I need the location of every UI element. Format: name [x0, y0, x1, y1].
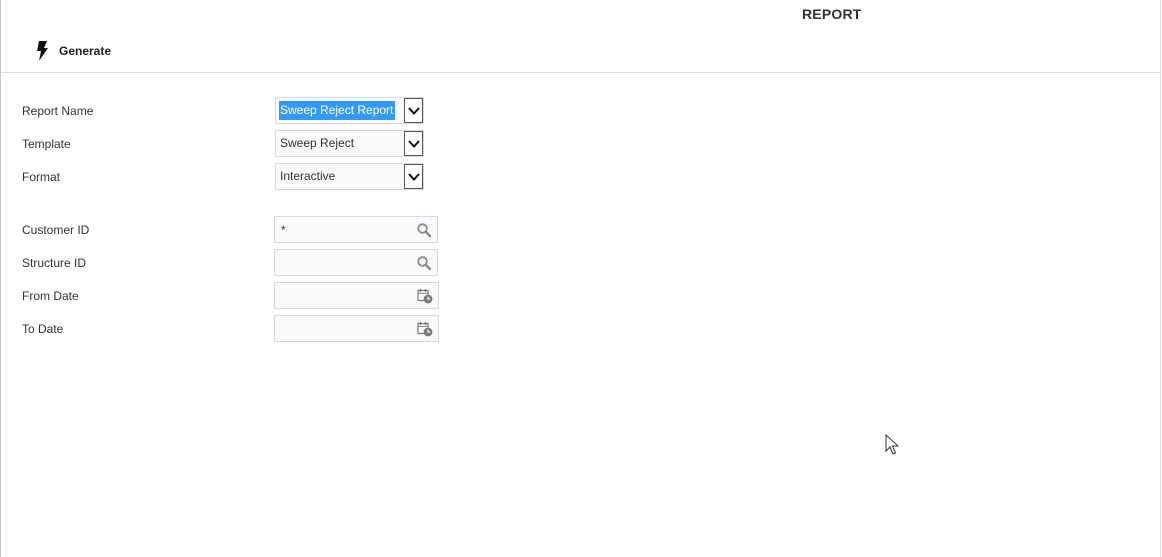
structure-id-label: Structure ID — [22, 256, 87, 270]
format-label: Format — [22, 170, 61, 184]
template-select[interactable]: Sweep Reject — [275, 130, 424, 157]
chevron-down-icon — [407, 106, 420, 115]
report-name-label: Report Name — [22, 104, 94, 118]
customer-id-field — [274, 216, 438, 243]
structure-id-input[interactable] — [281, 256, 411, 270]
from-date-label: From Date — [22, 289, 79, 303]
to-date-field — [274, 315, 439, 342]
format-dropdown-button[interactable] — [404, 164, 423, 189]
generate-button[interactable]: Generate — [35, 40, 111, 62]
report-page: REPORT Generate Report Name Sweep Reject… — [0, 0, 1161, 557]
to-date-input[interactable] — [281, 322, 411, 336]
mouse-cursor-icon — [885, 434, 899, 455]
from-date-input[interactable] — [281, 289, 411, 303]
format-value: Interactive — [280, 169, 336, 183]
toolbar: Generate — [1, 36, 1160, 73]
report-name-select[interactable]: Sweep Reject Report — [275, 97, 424, 124]
format-select[interactable]: Interactive — [275, 163, 424, 190]
customer-id-label: Customer ID — [22, 223, 90, 237]
structure-id-field — [274, 249, 438, 276]
chevron-down-icon — [407, 139, 420, 148]
customer-id-input[interactable] — [281, 223, 411, 237]
search-icon[interactable] — [416, 255, 432, 271]
page-title: REPORT — [802, 6, 862, 22]
search-icon[interactable] — [416, 222, 432, 238]
to-date-label: To Date — [22, 322, 64, 336]
from-date-field — [274, 282, 439, 309]
calendar-clock-icon[interactable] — [417, 321, 433, 337]
generate-label: Generate — [59, 44, 112, 58]
report-name-value: Sweep Reject Report — [279, 101, 396, 120]
chevron-down-icon — [407, 172, 420, 181]
lightning-bolt-icon — [37, 41, 48, 61]
template-dropdown-button[interactable] — [404, 131, 423, 156]
template-value: Sweep Reject — [280, 136, 355, 150]
template-label: Template — [22, 137, 71, 151]
report-name-dropdown-button[interactable] — [404, 98, 423, 123]
calendar-clock-icon[interactable] — [417, 288, 433, 304]
